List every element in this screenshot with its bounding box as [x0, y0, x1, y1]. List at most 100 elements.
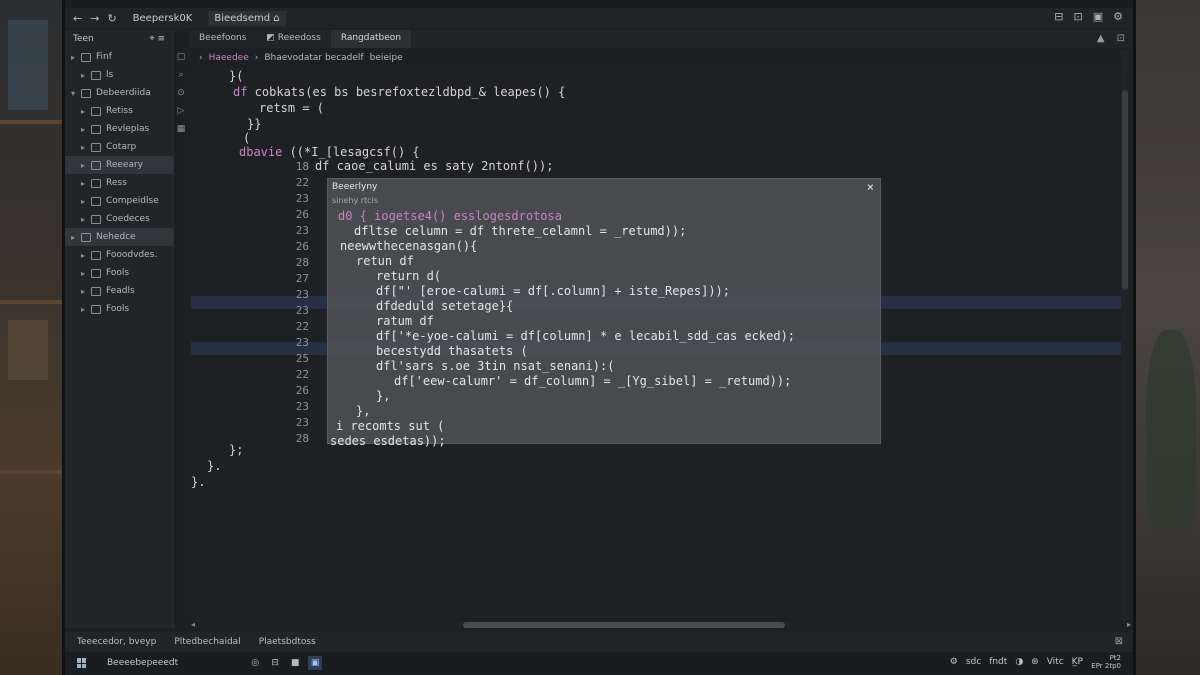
window-tab-active[interactable]: Bieedsemd ⌂ — [208, 10, 286, 26]
settings-icon[interactable]: ⚙ — [950, 657, 958, 667]
debug-icon[interactable]: ▷ — [178, 106, 185, 116]
tab-file-2[interactable]: ◩ Reeedoss — [256, 30, 330, 48]
sidebar-item[interactable]: ▸ Retiss — [65, 102, 173, 120]
popup-code-line: neewwthecenasgan(){ — [340, 239, 478, 253]
popup-code-line: d0 { iogetse4() esslogesdrotosa — [338, 209, 562, 223]
sidebar-item[interactable]: ▸ Reeeary — [65, 156, 173, 174]
tray-item[interactable]: sdc — [966, 657, 981, 667]
file-icon — [91, 70, 101, 80]
extensions-icon[interactable]: ▦ — [177, 124, 186, 134]
line-number: 25 — [295, 352, 309, 365]
line-number: 22 — [295, 176, 309, 189]
file-icon — [91, 178, 101, 188]
line-number: 23 — [295, 288, 309, 301]
breadcrumb-item[interactable]: Haeedee — [209, 53, 249, 63]
files-icon[interactable]: ▢ — [177, 52, 186, 62]
popup-code-line: becestydd thasatets ( — [376, 344, 528, 358]
window-tab-label: Bieedsemd — [214, 12, 271, 24]
status-item[interactable]: Pltedbechaidal — [174, 637, 240, 647]
line-number: 23 — [295, 192, 309, 205]
sidebar-item-label: ls — [106, 70, 114, 80]
sidebar-item-label: Fools — [106, 268, 130, 278]
sidebar-item[interactable]: ▸ Fools — [65, 264, 173, 282]
sidebar-item[interactable]: ▸ Feadls — [65, 282, 173, 300]
line-number: 26 — [295, 208, 309, 221]
close-panel-icon[interactable]: ⊠ — [1115, 636, 1123, 647]
popup-code-line: ratum df — [376, 314, 434, 328]
sidebar-item[interactable]: ▸ Finf — [65, 48, 173, 66]
split-editor-icon[interactable]: ⊡ — [1117, 33, 1125, 44]
minimize-icon[interactable]: ⊟ — [1054, 10, 1063, 23]
tab-file-3-active[interactable]: Rangdatbeon — [330, 30, 412, 48]
system-tray: ⚙ sdc fndt ◑ ⊛ Vitc K̲P — [950, 657, 1083, 667]
chevron-right-icon: ▸ — [71, 52, 76, 62]
back-button[interactable]: ← — [73, 12, 82, 25]
popup-code-line: dfltse celumn = df threte_celamnl = _ret… — [354, 224, 687, 238]
clock-time: Pt2 — [1109, 654, 1121, 662]
status-item[interactable]: Teeecedor, bveyp — [77, 637, 156, 647]
collapse-icon[interactable]: ▲ — [1097, 33, 1105, 44]
scroll-right-icon[interactable]: ▸ — [1127, 620, 1131, 629]
tray-item[interactable]: Vitc — [1047, 657, 1064, 667]
target-icon[interactable]: ⌖ — [150, 34, 155, 44]
sidebar-item[interactable]: ▸ Nehedce — [65, 228, 173, 246]
refresh-button[interactable]: ↻ — [107, 12, 116, 25]
search-icon[interactable]: ⌕ — [178, 70, 183, 80]
windows-start-icon[interactable] — [77, 658, 87, 668]
network-icon[interactable]: ⊛ — [1031, 657, 1039, 667]
layout-icon[interactable]: ⊡ — [1074, 10, 1083, 23]
vertical-scrollbar[interactable] — [1121, 50, 1129, 620]
breadcrumb-item[interactable]: beieipe — [370, 53, 403, 63]
file-icon — [91, 160, 101, 170]
scrollbar-thumb[interactable] — [463, 622, 785, 628]
volume-icon[interactable]: ◑ — [1015, 657, 1023, 667]
sidebar-item[interactable]: ▸ Ress — [65, 174, 173, 192]
scrollbar-thumb[interactable] — [1122, 90, 1128, 290]
git-icon[interactable]: ⊙ — [177, 88, 185, 98]
sidebar-item[interactable]: ▸ Cotarp — [65, 138, 173, 156]
sidebar-item-label: Retiss — [106, 106, 133, 116]
close-icon[interactable]: × — [867, 180, 874, 194]
tray-item[interactable]: fndt — [989, 657, 1007, 667]
sidebar-item[interactable]: ▾ Debeerdiida — [65, 84, 173, 102]
sidebar-item[interactable]: ▸ Fools — [65, 300, 173, 318]
maximize-icon[interactable]: ▣ — [1093, 10, 1103, 23]
sidebar-item[interactable]: ▸ Revleplas — [65, 120, 173, 138]
taskbar-search[interactable]: Beeeebepeeedt — [95, 658, 178, 668]
task-view-icon[interactable]: ⊟ — [268, 656, 282, 670]
line-number: 23 — [295, 400, 309, 413]
file-icon — [91, 268, 101, 278]
sidebar-item[interactable]: ▸ ls — [65, 66, 173, 84]
chevron-right-icon: ▸ — [81, 250, 86, 260]
file-explorer: Teen ⌖ ≡ ▸ Finf ▸ ls ▾ Debeerdiida ▸ Retiss ▸ Rev… — [65, 30, 174, 628]
popup-title: Beeerlyny — [332, 182, 378, 192]
scroll-left-icon[interactable]: ◂ — [191, 620, 195, 629]
horizontal-scrollbar[interactable]: ◂ ▸ — [189, 620, 1133, 630]
editor-app-icon[interactable]: ▣ — [308, 656, 323, 670]
breadcrumb-item[interactable]: Bhaevodatar becadelf — [264, 53, 363, 63]
forward-button[interactable]: → — [90, 12, 99, 25]
code-line: dbavie ((*I_[lesagcsf() { — [239, 145, 420, 159]
window-tab[interactable]: Beepersk0K — [127, 11, 199, 26]
menu-icon[interactable]: ≡ — [157, 34, 165, 44]
status-item[interactable]: Plaetsbdtoss — [259, 637, 316, 647]
search-icon[interactable]: ◎ — [248, 656, 262, 670]
tab-file-1[interactable]: Beeefoons — [189, 30, 256, 48]
sidebar-item-label: Debeerdiida — [96, 88, 151, 98]
home-icon[interactable]: ⌂ — [273, 13, 279, 24]
clock[interactable]: Pt2 EPr 2tp0 — [1091, 654, 1121, 670]
file-icon — [81, 88, 91, 98]
sidebar-item-label: Finf — [96, 52, 112, 62]
settings-icon[interactable]: ⚙ — [1113, 10, 1123, 23]
sidebar-item[interactable]: ▸ Coedeces — [65, 210, 173, 228]
sidebar-item[interactable]: ▸ Compeidlse — [65, 192, 173, 210]
chevron-right-icon: ▸ — [81, 124, 86, 134]
activity-bar: ▢ ⌕ ⊙ ▷ ▦ — [173, 48, 189, 142]
app-icon[interactable]: ■ — [288, 656, 302, 670]
popup-code-line: retun df — [356, 254, 414, 268]
line-number: 23 — [295, 416, 309, 429]
language-indicator[interactable]: K̲P — [1072, 657, 1083, 667]
menu-bar — [65, 0, 1133, 8]
sidebar-item-label: Feadls — [106, 286, 135, 296]
sidebar-item[interactable]: ▸ Fooodvdes. — [65, 246, 173, 264]
